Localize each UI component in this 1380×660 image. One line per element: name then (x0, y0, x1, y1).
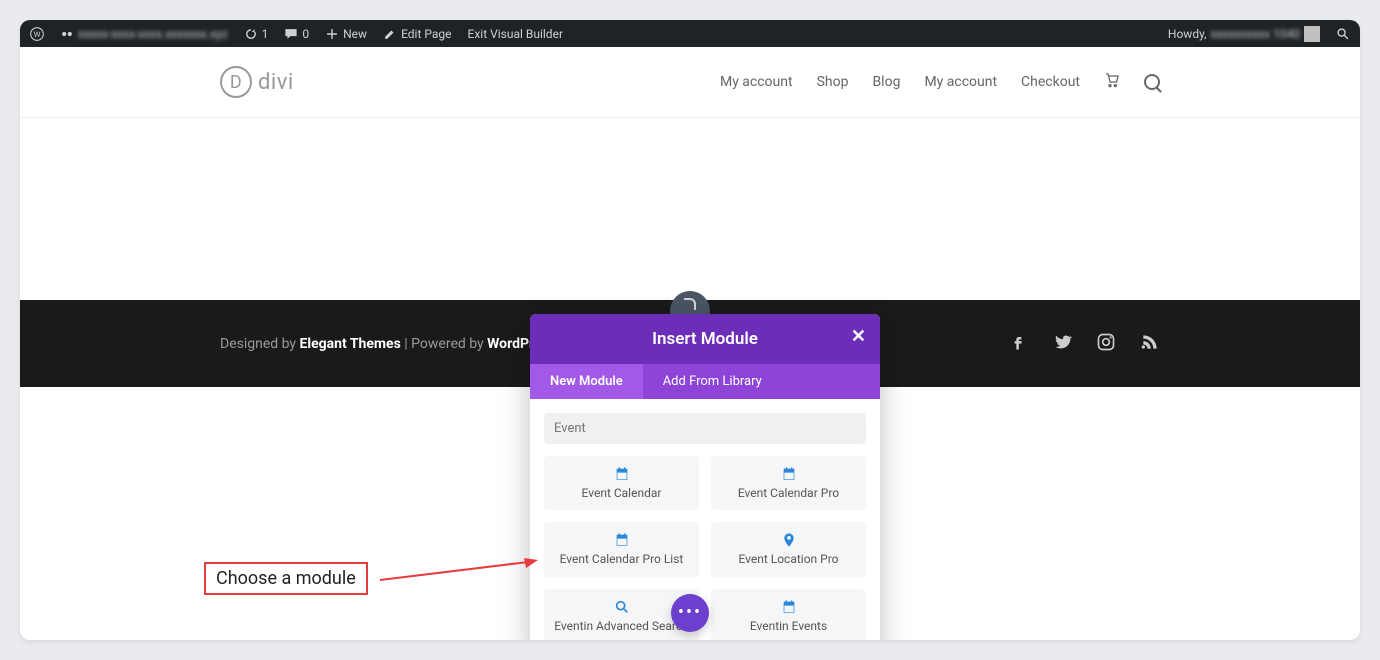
module-card[interactable]: Event Location Pro (711, 522, 866, 576)
module-card[interactable]: Eventin Events (711, 589, 866, 640)
module-card-label: Event Calendar Pro (738, 486, 839, 500)
twitter-icon[interactable] (1052, 332, 1072, 356)
avatar (1304, 26, 1320, 42)
edit-page-button[interactable]: Edit Page (379, 27, 455, 41)
howdy-user[interactable]: Howdy, xxxxxxxxxx 1040 (1164, 26, 1324, 42)
updates-icon[interactable]: 1 (240, 27, 273, 41)
instagram-icon[interactable] (1096, 332, 1116, 356)
nav-my-account-2[interactable]: My account (924, 74, 997, 90)
nav-checkout[interactable]: Checkout (1021, 74, 1080, 90)
insert-module-modal: Insert Module ✕ New Module Add From Libr… (530, 314, 880, 640)
nav-my-account[interactable]: My account (720, 74, 793, 90)
module-card-label: Event Calendar (582, 486, 662, 500)
wp-logo-icon[interactable]: W (26, 27, 48, 41)
footer-social (1008, 332, 1160, 356)
page-area: Designed by Elegant Themes | Powered by … (20, 118, 1360, 640)
builder-fab-button[interactable]: ••• (671, 594, 709, 632)
nav-shop[interactable]: Shop (817, 74, 849, 90)
main-nav: My account Shop Blog My account Checkout (720, 72, 1360, 92)
exit-visual-builder-button[interactable]: Exit Visual Builder (464, 27, 568, 41)
cart-icon[interactable] (1104, 72, 1120, 92)
comments-icon[interactable]: 0 (280, 27, 313, 41)
annotation-arrow (378, 558, 538, 582)
module-card-label: Event Location Pro (738, 552, 838, 566)
wp-admin-bar: W xxxxx-xxxx-xxxx.xxxxxxx.xyz 1 0 New Ed… (20, 20, 1360, 47)
modal-header: Insert Module ✕ (530, 314, 880, 364)
site-name[interactable]: xxxxx-xxxx-xxxx.xxxxxxx.xyz (56, 27, 232, 41)
module-card-label: Eventin Advanced Search (554, 619, 689, 633)
tab-add-from-library[interactable]: Add From Library (643, 364, 782, 399)
svg-text:W: W (34, 29, 41, 38)
module-search-input[interactable] (544, 413, 866, 444)
nav-blog[interactable]: Blog (872, 74, 900, 90)
search-icon[interactable] (1144, 74, 1160, 90)
annotation-label: Choose a module (204, 562, 368, 595)
module-card-label: Eventin Events (750, 619, 827, 633)
admin-search-icon[interactable] (1332, 27, 1354, 41)
module-card[interactable]: Event Calendar Pro (711, 456, 866, 510)
modal-tabs: New Module Add From Library (530, 364, 880, 399)
admin-bar-right: Howdy, xxxxxxxxxx 1040 (1164, 26, 1354, 42)
site-logo[interactable]: D divi (220, 66, 294, 98)
close-icon[interactable]: ✕ (851, 328, 866, 346)
site-header: D divi My account Shop Blog My account C… (20, 47, 1360, 118)
module-card[interactable]: Event Calendar Pro List (544, 522, 699, 576)
rss-icon[interactable] (1140, 332, 1160, 356)
admin-bar-left: W xxxxx-xxxx-xxxx.xxxxxxx.xyz 1 0 New Ed… (26, 27, 567, 41)
facebook-icon[interactable] (1008, 332, 1028, 356)
footer-credit: Designed by Elegant Themes | Powered by … (220, 336, 556, 352)
modal-title: Insert Module (652, 329, 758, 349)
app-frame: W xxxxx-xxxx-xxxx.xxxxxxx.xyz 1 0 New Ed… (20, 20, 1360, 640)
new-button[interactable]: New (321, 27, 371, 41)
module-card[interactable]: Event Calendar (544, 456, 699, 510)
logo-icon: D (220, 66, 252, 98)
module-card-label: Event Calendar Pro List (560, 552, 684, 566)
tab-new-module[interactable]: New Module (530, 364, 643, 399)
